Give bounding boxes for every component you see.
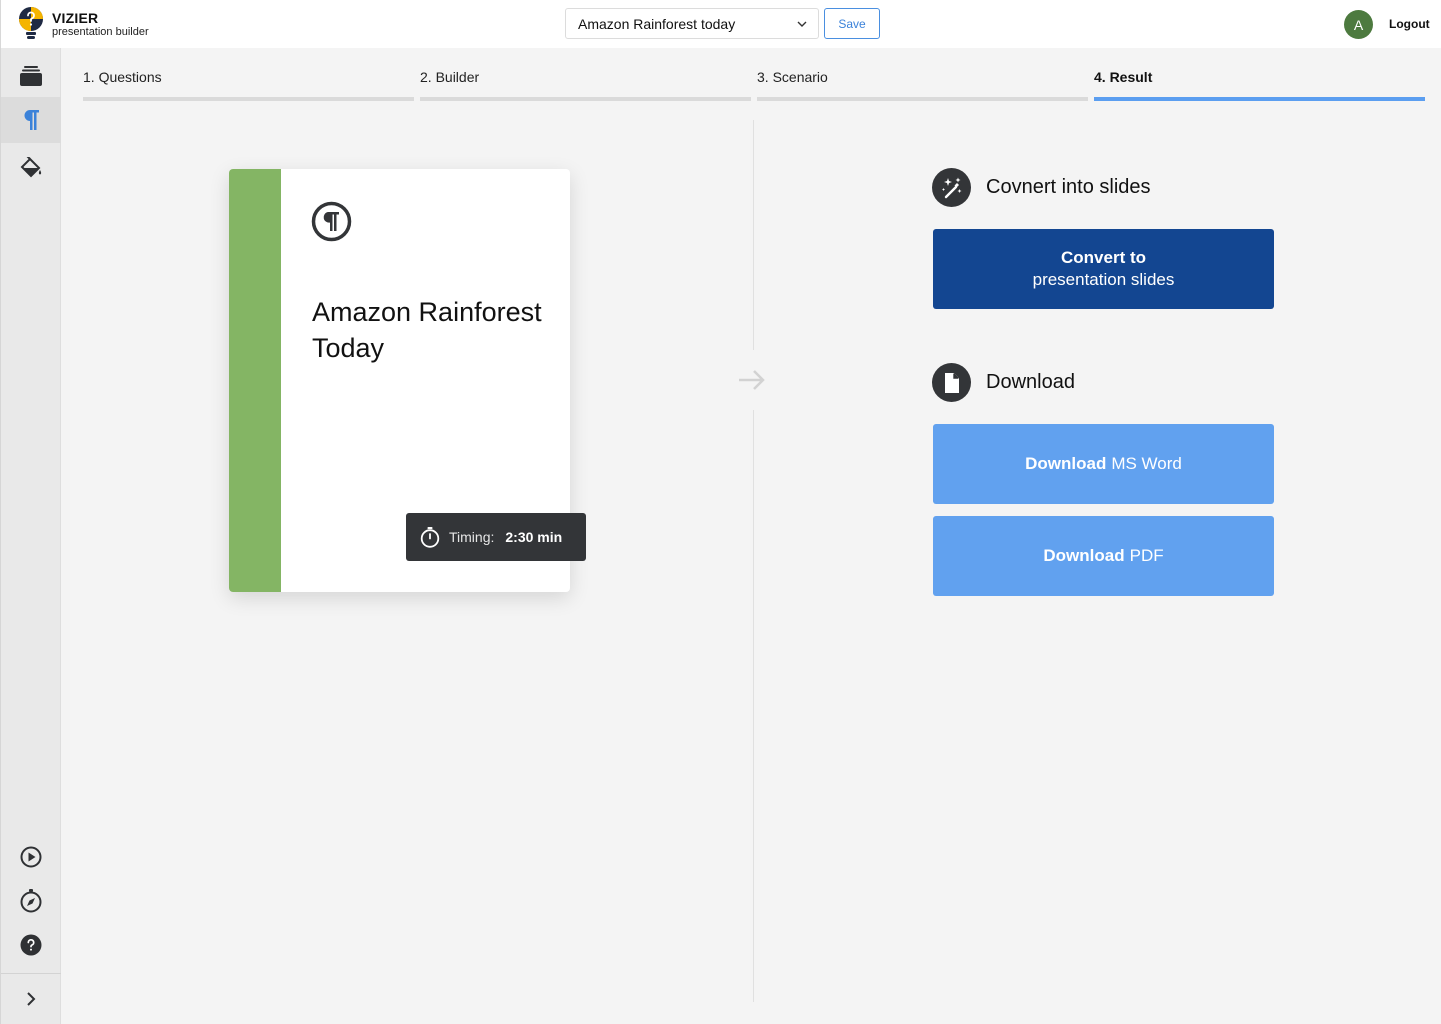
convert-section-title: Covnert into slides	[986, 176, 1151, 198]
paragraph-icon	[24, 110, 39, 130]
logout-link[interactable]: Logout	[1389, 17, 1430, 31]
arrow-right-icon	[739, 370, 765, 390]
compass-icon	[20, 889, 42, 913]
stopwatch-icon	[420, 527, 440, 548]
tab-questions-progress	[83, 97, 414, 101]
sidebar-divider	[1, 973, 61, 974]
download-word-bold: Download	[1025, 454, 1107, 473]
convert-to-slides-button[interactable]: Convert to presentation slides	[933, 229, 1274, 309]
download-pdf-bold: Download	[1043, 546, 1125, 565]
paint-bucket-icon	[20, 157, 42, 178]
paragraph-circle-icon	[311, 201, 352, 242]
lightbulb-logo-icon	[19, 7, 43, 39]
download-word-format: MS Word	[1111, 454, 1182, 473]
sidebar-item-compass[interactable]	[1, 878, 61, 924]
tab-scenario[interactable]: 3. Scenario	[757, 62, 1088, 102]
tab-scenario-label: 3. Scenario	[757, 69, 828, 85]
tab-result[interactable]: 4. Result	[1094, 62, 1425, 102]
play-icon	[20, 846, 42, 868]
download-pdf-format: PDF	[1129, 546, 1164, 565]
step-tabs: 1. Questions 2. Builder 3. Scenario 4. R…	[83, 62, 1425, 102]
tab-scenario-progress	[757, 97, 1088, 101]
sidebar-item-help[interactable]	[1, 922, 61, 968]
layers-icon	[20, 66, 42, 86]
sidebar-item-play[interactable]	[1, 834, 61, 880]
convert-button-line1: Convert to	[1061, 248, 1146, 267]
tab-questions-label: 1. Questions	[83, 69, 162, 85]
tab-result-progress	[1094, 97, 1425, 101]
sidebar-item-layers[interactable]	[1, 53, 61, 99]
download-section-title: Download	[986, 371, 1075, 393]
timing-badge: Timing: 2:30 min	[406, 513, 586, 561]
card-title: Amazon Rainforest Today	[312, 297, 542, 363]
left-sidebar	[0, 48, 61, 1024]
sidebar-item-design[interactable]	[1, 145, 61, 191]
tab-builder-label: 2. Builder	[420, 69, 480, 85]
top-header: VIZIER presentation builder Amazon Rainf…	[0, 0, 1441, 48]
sidebar-expand-button[interactable]	[1, 976, 61, 1022]
timing-label: Timing:	[449, 529, 495, 545]
chevron-right-icon	[27, 992, 36, 1006]
download-pdf-button[interactable]: Download PDF	[933, 516, 1274, 596]
download-section-header: Download	[932, 363, 1075, 402]
magic-wand-icon	[932, 168, 971, 207]
download-word-button[interactable]: Download MS Word	[933, 424, 1274, 504]
app-logo[interactable]: VIZIER presentation builder	[17, 6, 149, 42]
sidebar-item-paragraph[interactable]	[1, 97, 61, 143]
save-button[interactable]: Save	[824, 8, 880, 39]
tab-questions[interactable]: 1. Questions	[83, 62, 414, 102]
convert-section-header: Covnert into slides	[932, 168, 1151, 207]
card-color-stripe	[229, 169, 281, 592]
app-subtitle: presentation builder	[52, 25, 149, 38]
tab-builder-progress	[420, 97, 751, 101]
document-icon	[932, 363, 971, 402]
app-title: VIZIER	[52, 9, 99, 26]
tab-builder[interactable]: 2. Builder	[420, 62, 751, 102]
chevron-down-icon	[797, 21, 807, 27]
center-divider-top	[753, 120, 754, 350]
timing-value: 2:30 min	[505, 529, 563, 545]
center-divider-bottom	[753, 410, 754, 1002]
user-avatar[interactable]: A	[1344, 10, 1373, 39]
help-icon	[20, 934, 42, 956]
tab-result-label: 4. Result	[1094, 69, 1153, 85]
document-select-value: Amazon Rainforest today	[578, 15, 736, 32]
document-select[interactable]: Amazon Rainforest today	[565, 8, 819, 39]
convert-button-line2: presentation slides	[1032, 270, 1175, 289]
